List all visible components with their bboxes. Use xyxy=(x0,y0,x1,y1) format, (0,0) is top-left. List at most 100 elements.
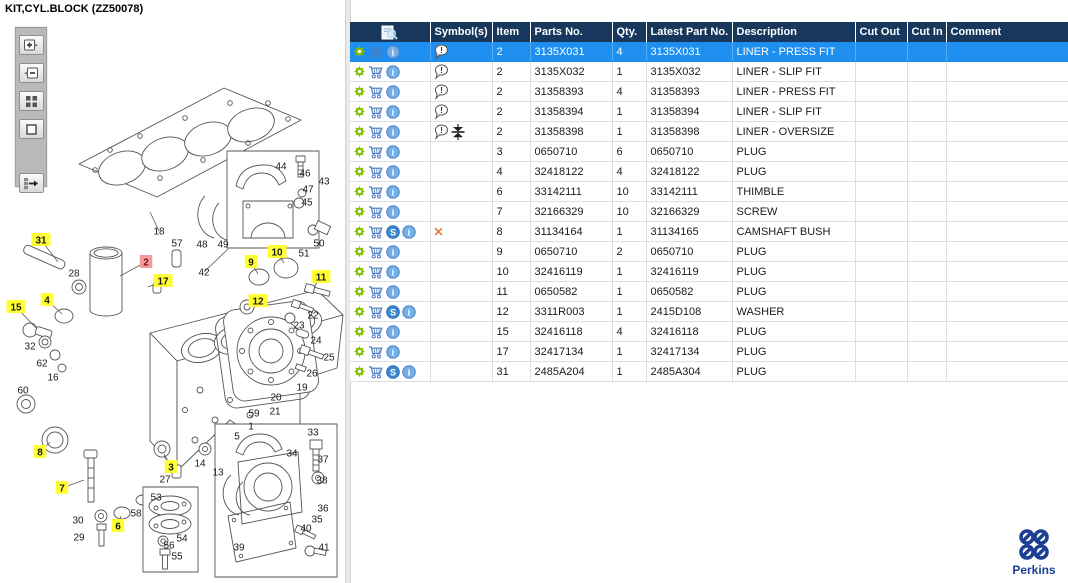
callout-27[interactable]: 27 xyxy=(159,475,171,486)
cart-icon[interactable] xyxy=(368,65,384,79)
gear-icon[interactable] xyxy=(353,285,366,298)
column-header-cut-in[interactable]: Cut In xyxy=(907,22,946,42)
callout-22[interactable]: 22 xyxy=(307,311,319,322)
info-icon[interactable]: i xyxy=(386,125,400,139)
callout-29[interactable]: 29 xyxy=(73,533,85,544)
table-row[interactable]: i!231358398131358398LINER - OVERSIZE xyxy=(350,122,1068,142)
table-row[interactable]: i3065071060650710PLUG xyxy=(350,142,1068,162)
callout-53[interactable]: 53 xyxy=(150,493,162,504)
gear-icon[interactable] xyxy=(353,305,366,318)
callout-5[interactable]: 5 xyxy=(234,432,240,443)
callout-40[interactable]: 40 xyxy=(300,524,312,535)
callout-19[interactable]: 19 xyxy=(296,383,308,394)
gear-icon[interactable] xyxy=(353,145,366,158)
table-row[interactable]: Si✕831134164131134165CAMSHAFT BUSH xyxy=(350,222,1068,242)
table-row[interactable]: i!23135X03213135X032LINER - SLIP FIT xyxy=(350,62,1068,82)
callout-15[interactable]: 15 xyxy=(7,300,37,328)
table-row[interactable]: i7321663291032166329SCREW xyxy=(350,202,1068,222)
callout-36[interactable]: 36 xyxy=(317,504,329,515)
cart-icon[interactable] xyxy=(368,285,384,299)
gear-icon[interactable] xyxy=(353,205,366,218)
callout-35[interactable]: 35 xyxy=(311,515,323,526)
callout-17[interactable]: 17 xyxy=(148,274,173,288)
cart-icon[interactable] xyxy=(368,245,384,259)
table-row[interactable]: i!23135X03143135X031LINER - PRESS FIT xyxy=(350,42,1068,62)
callout-59[interactable]: 59 xyxy=(248,409,260,420)
callout-56[interactable]: 56 xyxy=(163,541,175,552)
callout-13[interactable]: 13 xyxy=(212,468,224,479)
callout-32[interactable]: 32 xyxy=(24,342,36,353)
info-icon[interactable]: i xyxy=(386,245,400,259)
gear-icon[interactable] xyxy=(353,85,366,98)
column-header-description[interactable]: Description xyxy=(732,22,855,42)
table-row[interactable]: i1032416119132416119PLUG xyxy=(350,262,1068,282)
callout-26[interactable]: 26 xyxy=(306,369,318,380)
info-icon[interactable]: i xyxy=(386,285,400,299)
callout-23[interactable]: 23 xyxy=(293,321,305,332)
callout-45[interactable]: 45 xyxy=(301,198,313,209)
callout-25[interactable]: 25 xyxy=(323,353,335,364)
callout-58[interactable]: 58 xyxy=(130,509,142,520)
table-row[interactable]: i432418122432418122PLUG xyxy=(350,162,1068,182)
callout-62[interactable]: 62 xyxy=(36,359,48,370)
callout-34[interactable]: 34 xyxy=(286,449,298,460)
callout-7[interactable]: 7 xyxy=(56,480,84,495)
column-header-parts-no-[interactable]: Parts No. xyxy=(530,22,612,42)
info-icon[interactable]: i xyxy=(386,185,400,199)
cart-icon[interactable] xyxy=(368,305,384,319)
gear-icon[interactable] xyxy=(353,365,366,378)
cart-icon[interactable] xyxy=(368,45,384,59)
cart-icon[interactable] xyxy=(368,365,384,379)
callout-43[interactable]: 43 xyxy=(318,177,330,188)
table-row[interactable]: i9065071020650710PLUG xyxy=(350,242,1068,262)
cart-icon[interactable] xyxy=(368,205,384,219)
gear-icon[interactable] xyxy=(353,245,366,258)
callout-14[interactable]: 14 xyxy=(194,459,206,470)
callout-41[interactable]: 41 xyxy=(318,543,330,554)
info-icon[interactable]: i xyxy=(386,145,400,159)
table-row[interactable]: Si312485A20412485A304PLUG xyxy=(350,362,1068,382)
callout-12[interactable]: 12 xyxy=(249,294,268,308)
cart-icon[interactable] xyxy=(368,345,384,359)
callout-1[interactable]: 1 xyxy=(248,422,254,433)
column-header-item[interactable]: Item xyxy=(492,22,530,42)
callout-49[interactable]: 49 xyxy=(217,240,229,251)
callout-38[interactable]: 38 xyxy=(316,476,328,487)
callout-2[interactable]: 2 xyxy=(120,255,152,276)
table-row[interactable]: i1532416118432416118PLUG xyxy=(350,322,1068,342)
callout-60[interactable]: 60 xyxy=(17,386,29,397)
gear-icon[interactable] xyxy=(353,165,366,178)
callout-57[interactable]: 57 xyxy=(171,239,183,250)
gear-icon[interactable] xyxy=(353,125,366,138)
table-row[interactable]: i1732417134132417134PLUG xyxy=(350,342,1068,362)
callout-47[interactable]: 47 xyxy=(302,185,314,196)
callout-30[interactable]: 30 xyxy=(72,516,84,527)
cart-icon[interactable] xyxy=(368,185,384,199)
callout-54[interactable]: 54 xyxy=(176,534,188,545)
column-header-preview[interactable] xyxy=(350,22,430,42)
gear-icon[interactable] xyxy=(353,325,366,338)
info-icon[interactable]: i xyxy=(402,365,416,379)
table-row[interactable]: Si123311R00312415D108WASHER xyxy=(350,302,1068,322)
column-header-symbol-s-[interactable]: Symbol(s) xyxy=(430,22,492,42)
cart-icon[interactable] xyxy=(368,145,384,159)
column-header-latest-part-no-[interactable]: Latest Part No. xyxy=(646,22,732,42)
callout-37[interactable]: 37 xyxy=(317,455,329,466)
callout-11[interactable]: 11 xyxy=(312,270,331,287)
s-icon[interactable]: S xyxy=(386,225,400,239)
cart-icon[interactable] xyxy=(368,85,384,99)
parts-diagram[interactable]: 3115487631791011122185728424446434745484… xyxy=(0,18,346,583)
callout-4[interactable]: 4 xyxy=(41,293,62,314)
column-header-cut-out[interactable]: Cut Out xyxy=(855,22,907,42)
table-row[interactable]: i!231358394131358394LINER - SLIP FIT xyxy=(350,102,1068,122)
column-header-qty-[interactable]: Qty. xyxy=(612,22,646,42)
gear-icon[interactable] xyxy=(353,105,366,118)
cart-icon[interactable] xyxy=(368,105,384,119)
info-icon[interactable]: i xyxy=(386,345,400,359)
callout-24[interactable]: 24 xyxy=(310,336,322,347)
info-icon[interactable]: i xyxy=(386,205,400,219)
callout-33[interactable]: 33 xyxy=(307,428,319,439)
callout-20[interactable]: 20 xyxy=(270,393,282,404)
gear-icon[interactable] xyxy=(353,345,366,358)
callout-28[interactable]: 28 xyxy=(68,269,80,280)
